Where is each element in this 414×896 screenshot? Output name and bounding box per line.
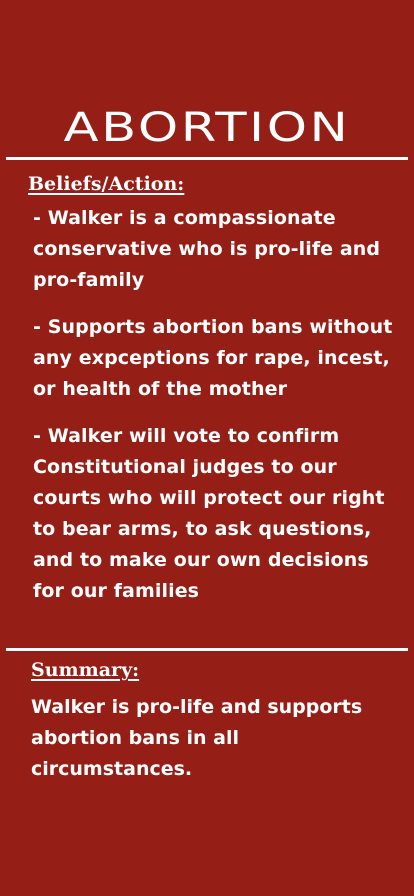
page-title: ABORTION: [63, 105, 351, 151]
beliefs-heading: Beliefs/Action:: [28, 173, 185, 195]
middle-divider: [6, 648, 408, 651]
belief-item-judges: - Walker will vote to confirm Constituti…: [33, 425, 385, 602]
belief-item-compassionate: - Walker is a compassionate conservative…: [33, 207, 381, 291]
beliefs-list: - Walker is a compassionate conservative…: [33, 203, 405, 623]
top-divider: [6, 157, 408, 160]
summary-heading: Summary:: [31, 659, 140, 681]
summary-text: Walker is pro-life and supports abortion…: [31, 696, 363, 780]
belief-item-abortion-bans: - Supports abortion bans without any exp…: [33, 316, 393, 400]
